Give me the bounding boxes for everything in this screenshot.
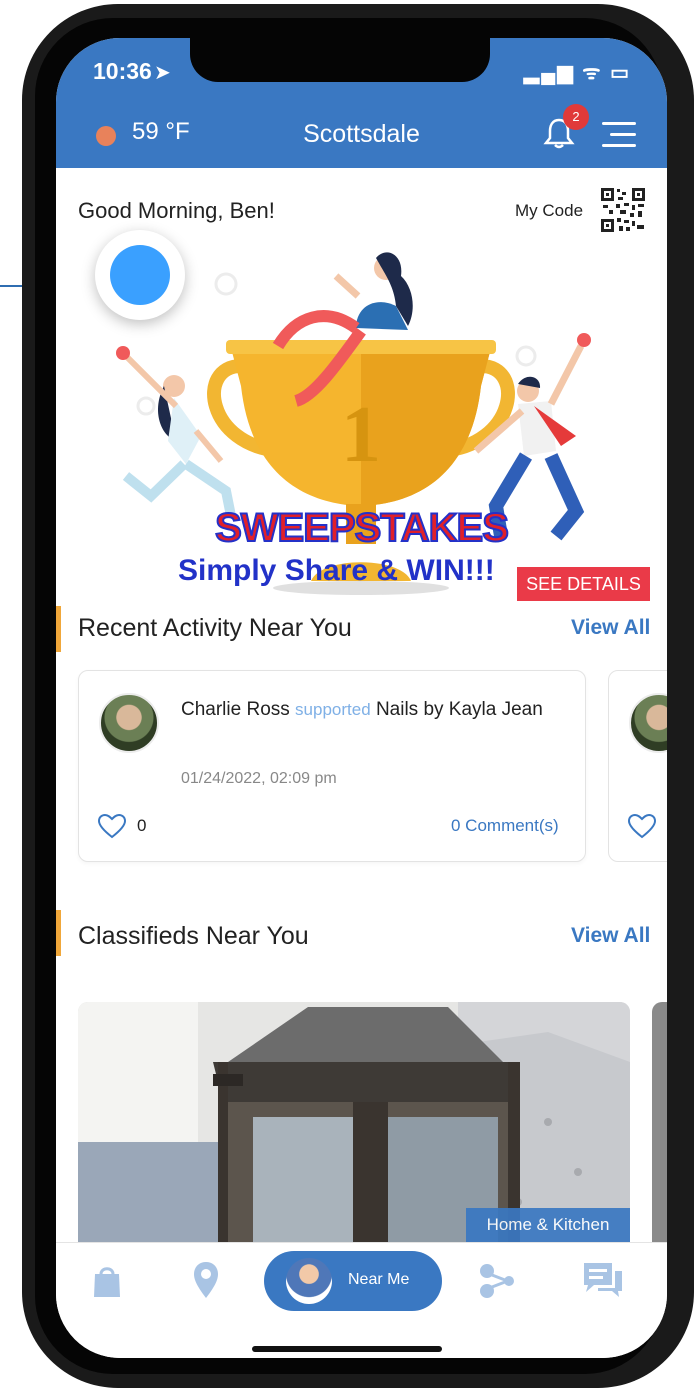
banner-subtitle: Simply Share & WIN!!!: [178, 554, 495, 587]
near-me-label: Near Me: [348, 1271, 410, 1288]
near-me-button[interactable]: Near Me: [264, 1251, 442, 1311]
user-avatar: [629, 693, 667, 753]
activity-business[interactable]: Nails by Kayla Jean: [376, 699, 543, 720]
user-avatar[interactable]: [99, 693, 159, 753]
activity-card-next[interactable]: [608, 670, 667, 862]
heart-icon: [627, 813, 657, 839]
like-count: 0: [137, 816, 147, 835]
recent-activity-view-all-link[interactable]: View All: [571, 616, 650, 640]
see-details-button[interactable]: SEE DETAILS: [517, 567, 650, 601]
floating-dot: [110, 245, 170, 305]
volume-button-2: [22, 370, 30, 440]
location-pin-icon[interactable]: [192, 1261, 220, 1299]
section-accent-bar: [56, 910, 61, 956]
classifieds-view-all-link[interactable]: View All: [571, 924, 650, 948]
activity-card[interactable]: Charlie Ross supported Nails by Kayla Je…: [78, 670, 586, 862]
activity-date: 01/24/2022, 02:09 pm: [181, 770, 337, 787]
category-badge: Home & Kitchen: [466, 1208, 630, 1242]
comments-link[interactable]: 0 Comment(s): [451, 816, 559, 836]
bottom-nav: Near Me: [56, 1242, 667, 1358]
greeting-text: Good Morning, Ben!: [78, 198, 275, 223]
menu-icon[interactable]: [602, 122, 636, 148]
notification-badge: 2: [563, 104, 589, 130]
location-arrow-icon: ➤: [154, 62, 171, 84]
activity-user[interactable]: Charlie Ross: [181, 699, 290, 720]
qr-code-icon[interactable]: [600, 187, 646, 233]
notch: [190, 38, 490, 82]
classifieds-title: Classifieds Near You: [78, 922, 309, 950]
section-accent-bar: [56, 606, 61, 652]
trophy-number: 1: [341, 391, 381, 479]
activity-text: Charlie Ross supported Nails by Kayla Je…: [181, 693, 561, 727]
volume-button: [22, 260, 30, 350]
home-indicator[interactable]: [252, 1346, 442, 1352]
status-icons: ▂▄▆ ᯤ ▭: [523, 62, 631, 84]
status-time: 10:36: [93, 58, 152, 84]
network-icon[interactable]: [478, 1263, 518, 1299]
activity-action: supported: [295, 700, 371, 719]
heart-icon[interactable]: [97, 813, 127, 839]
floating-action-button[interactable]: [95, 230, 185, 320]
classified-card-next[interactable]: [652, 1002, 667, 1252]
near-me-avatar: [286, 1258, 332, 1304]
my-code-label[interactable]: My Code: [515, 201, 583, 221]
banner-title: SWEEPSTAKES: [214, 505, 510, 551]
chat-icon[interactable]: [582, 1261, 624, 1299]
shopping-bag-icon[interactable]: [92, 1263, 122, 1299]
recent-activity-title: Recent Activity Near You: [78, 614, 352, 642]
